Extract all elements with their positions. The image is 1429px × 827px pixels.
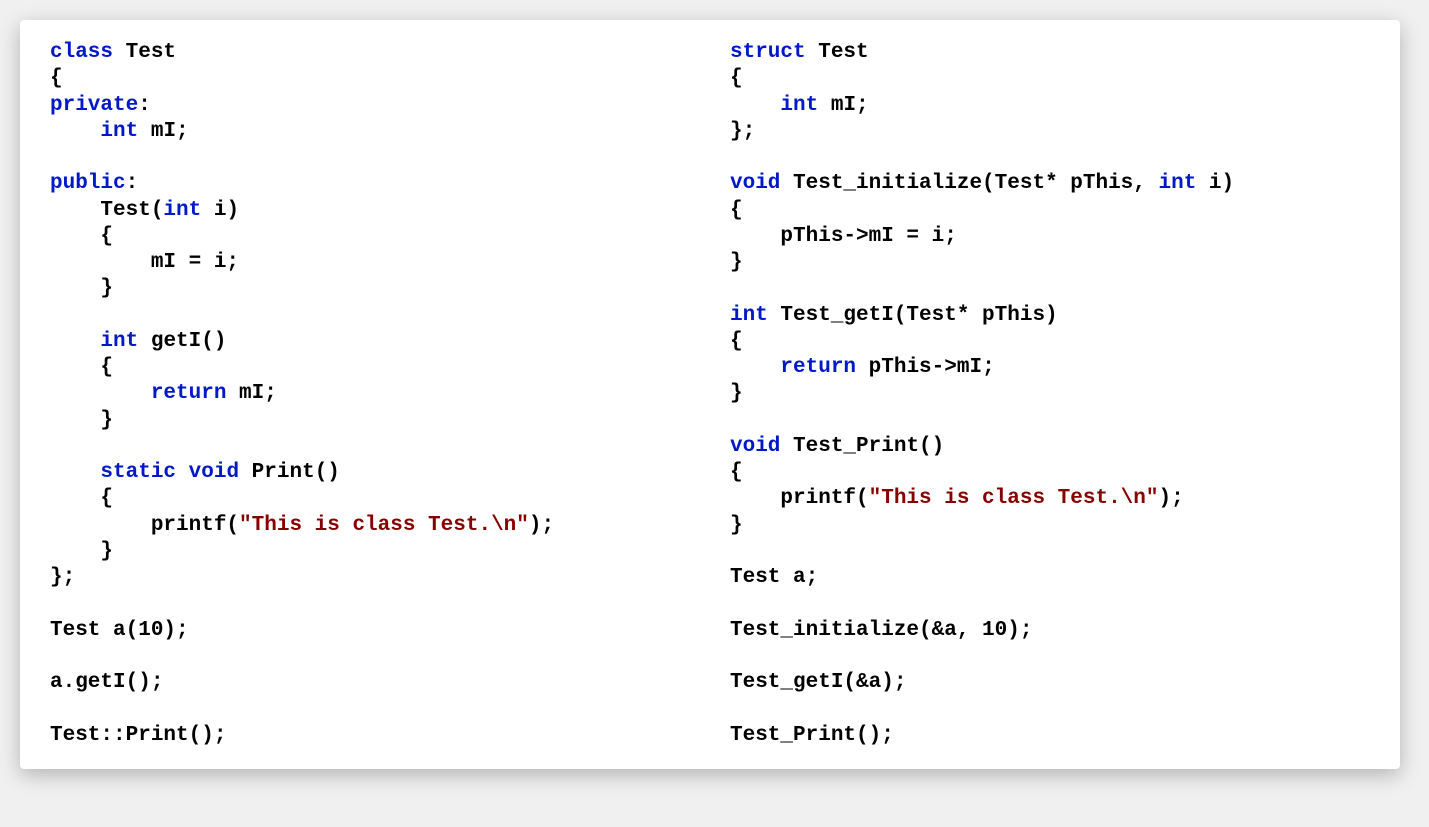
code-text: pThis->mI = i;: [730, 225, 957, 248]
code-text: Test_initialize(Test* pThis,: [780, 172, 1158, 195]
code-text: getI(): [138, 330, 226, 353]
code-text: mI = i;: [50, 251, 239, 274]
code-text: }: [50, 277, 113, 300]
code-text: Test_Print();: [730, 724, 894, 747]
code-text: pThis->mI;: [856, 356, 995, 379]
keyword-int: int: [100, 330, 138, 353]
keyword-return: return: [780, 356, 856, 379]
keyword-class: class: [50, 41, 113, 64]
keyword-void: void: [189, 461, 239, 484]
code-text: Test: [806, 41, 869, 64]
code-text: Print(): [239, 461, 340, 484]
code-text: i): [1196, 172, 1234, 195]
code-text: Test(: [50, 199, 163, 222]
keyword-return: return: [151, 382, 227, 405]
code-text: i): [201, 199, 239, 222]
keyword-int: int: [163, 199, 201, 222]
code-text: Test a;: [730, 566, 818, 589]
code-text: :: [138, 94, 151, 117]
code-text: }: [730, 382, 743, 405]
code-text: {: [50, 487, 113, 510]
code-text: printf(: [730, 487, 869, 510]
code-text: [50, 120, 100, 143]
keyword-private: private: [50, 94, 138, 117]
code-text: [730, 94, 780, 117]
code-text: {: [730, 461, 743, 484]
keyword-int: int: [100, 120, 138, 143]
code-text: }: [50, 540, 113, 563]
code-text: Test_getI(&a);: [730, 671, 906, 694]
keyword-public: public: [50, 172, 126, 195]
keyword-void: void: [730, 172, 780, 195]
code-text: }: [730, 514, 743, 537]
code-text: Test_initialize(&a, 10);: [730, 619, 1032, 642]
code-text: }: [730, 251, 743, 274]
code-text: [50, 330, 100, 353]
code-text: }: [50, 409, 113, 432]
code-text: {: [730, 67, 743, 90]
code-text: mI;: [818, 94, 868, 117]
c-column: struct Test { int mI; }; void Test_initi…: [730, 40, 1370, 749]
code-text: [50, 382, 151, 405]
keyword-static: static: [100, 461, 176, 484]
string-literal: "This is class Test.\n": [239, 514, 529, 537]
keyword-void: void: [730, 435, 780, 458]
code-text: Test::Print();: [50, 724, 226, 747]
keyword-int: int: [1158, 172, 1196, 195]
code-text: [50, 461, 100, 484]
code-text: :: [126, 172, 139, 195]
code-text: {: [730, 330, 743, 353]
code-comparison-card: class Test { private: int mI; public: Te…: [20, 20, 1400, 769]
keyword-struct: struct: [730, 41, 806, 64]
string-literal: "This is class Test.\n": [869, 487, 1159, 510]
code-text: };: [730, 120, 755, 143]
code-text: [730, 356, 780, 379]
code-text: mI;: [138, 120, 188, 143]
code-text: printf(: [50, 514, 239, 537]
code-text: mI;: [226, 382, 276, 405]
code-text: {: [50, 225, 113, 248]
code-text: {: [730, 199, 743, 222]
code-text: );: [1158, 487, 1183, 510]
code-text: Test_Print(): [780, 435, 944, 458]
code-text: );: [529, 514, 554, 537]
cpp-column: class Test { private: int mI; public: Te…: [50, 40, 690, 749]
keyword-int: int: [780, 94, 818, 117]
cpp-code-block: class Test { private: int mI; public: Te…: [50, 40, 690, 749]
code-text: };: [50, 566, 75, 589]
code-text: Test a(10);: [50, 619, 189, 642]
code-text: [176, 461, 189, 484]
code-text: {: [50, 67, 63, 90]
code-text: {: [50, 356, 113, 379]
code-text: Test: [113, 41, 176, 64]
keyword-int: int: [730, 304, 768, 327]
c-code-block: struct Test { int mI; }; void Test_initi…: [730, 40, 1370, 749]
code-text: Test_getI(Test* pThis): [768, 304, 1058, 327]
code-text: a.getI();: [50, 671, 163, 694]
